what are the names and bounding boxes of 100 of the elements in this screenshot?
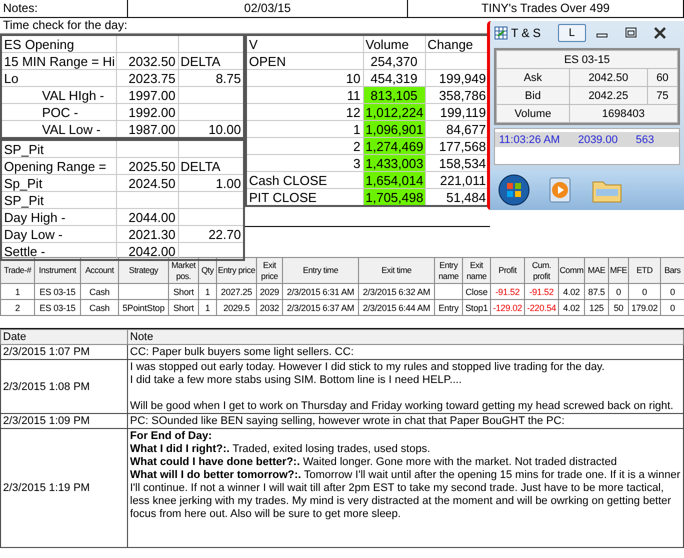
table-cell: 12: [246, 104, 363, 120]
table-cell: Cash: [80, 300, 118, 316]
column-header[interactable]: Trade-#: [0, 258, 34, 284]
sheet-title: TINY's Trades Over 499: [481, 1, 610, 15]
column-header[interactable]: ETD: [628, 258, 660, 284]
table-cell: 2029: [256, 284, 282, 300]
table-cell: ES 03-15: [34, 284, 80, 300]
table-cell: 2044.00: [116, 208, 178, 226]
column-header[interactable]: Exit name: [462, 258, 490, 284]
table-cell: SP_Pit: [1, 140, 116, 158]
column-header[interactable]: Cum. profit: [524, 258, 558, 284]
table-cell: 0: [628, 284, 660, 300]
start-orb-icon[interactable]: [498, 174, 530, 206]
table-cell: 1698403: [569, 104, 678, 122]
note-text: For End of Day:: [130, 430, 213, 443]
column-header[interactable]: MFE: [608, 258, 628, 284]
table-cell: 179.02: [628, 300, 660, 316]
column-header[interactable]: Entry price: [216, 258, 256, 284]
column-header: Volume: [363, 35, 425, 52]
table-cell: 1,654,014: [363, 172, 425, 188]
table-cell: 2/3/2015 6:32 AM: [358, 284, 434, 300]
table-cell: 10: [246, 70, 363, 86]
table-cell: 2: [246, 138, 363, 154]
column-header[interactable]: Strategy: [118, 258, 168, 284]
table-cell: 2/3/2015 1:09 PM: [0, 414, 128, 428]
note-text: I was stopped out early today. However I did stick to my rules and stopped live trading for the day.: [130, 361, 606, 374]
table-cell: 3: [246, 154, 363, 172]
column-header[interactable]: Instrument: [34, 258, 80, 284]
column-header[interactable]: Exit price: [256, 258, 282, 284]
table-cell: ES Opening: [1, 35, 116, 52]
table-cell: Sp_Pit: [1, 174, 116, 192]
table-cell: 4.02: [558, 284, 584, 300]
table-cell: -91.52: [490, 284, 524, 300]
trade-time: 11:03:26 AM: [499, 134, 560, 146]
note-text: PC: SOunded like BEN saying selling, however wrote in chat that Paper BouGHT the PC:: [130, 415, 566, 428]
table-cell: 2029.5: [216, 300, 256, 316]
table-cell: 2/3/2015 6:37 AM: [282, 300, 358, 316]
column-header[interactable]: Entry name: [434, 258, 462, 284]
table-cell: SP_Pit: [1, 192, 116, 208]
table-cell: Entry: [434, 300, 462, 316]
column-header: V: [246, 35, 363, 52]
table-cell: 2042.50: [569, 68, 648, 86]
table-cell: Opening Range =: [1, 158, 116, 174]
date-text: 02/03/15: [128, 0, 408, 17]
table-cell: Bid: [496, 86, 570, 104]
table-cell: Cash CLOSE: [246, 172, 363, 188]
table-cell: 5PointStop: [118, 300, 168, 316]
table-cell: 1,705,498: [363, 188, 425, 206]
table-cell: 1,433,003: [363, 154, 425, 172]
table-cell: 125: [584, 300, 608, 316]
note-text: I did take a few more stabs using SIM. Bottom line is I need HELP....: [130, 374, 463, 387]
table-cell: 2/3/2015 1:19 PM: [0, 428, 128, 548]
table-cell: -91.52: [524, 284, 558, 300]
table-cell: 1997.00: [116, 86, 178, 104]
table-cell: 0: [608, 284, 628, 300]
column-header[interactable]: Bars: [660, 258, 684, 284]
table-cell: 1: [246, 120, 363, 138]
table-cell: 2021.30: [116, 226, 178, 242]
table-cell: 2025.50: [116, 158, 178, 174]
column-header[interactable]: Account: [80, 258, 118, 284]
table-cell: POC -: [1, 104, 116, 120]
table-cell: Short: [168, 284, 198, 300]
table-cell: VAL HIgh -: [1, 86, 116, 104]
note-text: What could I have done better?:. Waited longer. Gone more with the market. Not traded distracted: [130, 456, 618, 469]
table-cell: 2/3/2015 1:08 PM: [0, 360, 128, 414]
trade-price: 2039.00: [578, 134, 618, 146]
table-cell: 2027.25: [216, 284, 256, 300]
table-cell: 1992.00: [116, 104, 178, 120]
table-cell: -220.54: [524, 300, 558, 316]
trade-size: 563: [636, 134, 654, 146]
note-text: CC: Paper bulk buyers some light sellers. CC:: [130, 346, 355, 359]
table-cell: 813,105: [363, 86, 425, 104]
table-cell: 1: [0, 284, 34, 300]
table-cell: 1,096,901: [363, 120, 425, 138]
table-cell: 75: [647, 86, 678, 104]
column-header[interactable]: Profit: [490, 258, 524, 284]
table-cell: 1: [198, 300, 216, 316]
table-cell: Cash: [80, 284, 118, 300]
table-cell: 2042.25: [569, 86, 648, 104]
note-text: What I did I right?:. Traded, exited losing trades, used stops.: [130, 443, 432, 456]
table-cell: Day Low -: [1, 226, 116, 242]
table-cell: 2/3/2015 6:31 AM: [282, 284, 358, 300]
table-cell: 1: [198, 284, 216, 300]
column-header[interactable]: Exit time: [358, 258, 434, 284]
column-header[interactable]: Note: [128, 330, 684, 344]
table-cell: 2/3/2015 6:44 AM: [358, 300, 434, 316]
table-cell: 50: [608, 300, 628, 316]
column-header[interactable]: Entry time: [282, 258, 358, 284]
notes-label: Notes:: [0, 0, 128, 17]
column-header[interactable]: Date: [0, 330, 128, 344]
note-text: Will be good when I get to work on Thursday and Friday working toward getting my head screwed back on right.: [130, 400, 674, 413]
table-cell: 2024.50: [116, 174, 178, 192]
table-cell: Ask: [496, 68, 570, 86]
table-cell: 4.02: [558, 300, 584, 316]
symbol-cell: ES 03-15: [496, 50, 678, 68]
table-cell: Lo: [1, 70, 116, 86]
link-button[interactable]: L: [558, 24, 586, 42]
column-header[interactable]: Comm: [558, 258, 584, 284]
table-cell: 1,012,224: [363, 104, 425, 120]
column-header[interactable]: MAE: [584, 258, 608, 284]
